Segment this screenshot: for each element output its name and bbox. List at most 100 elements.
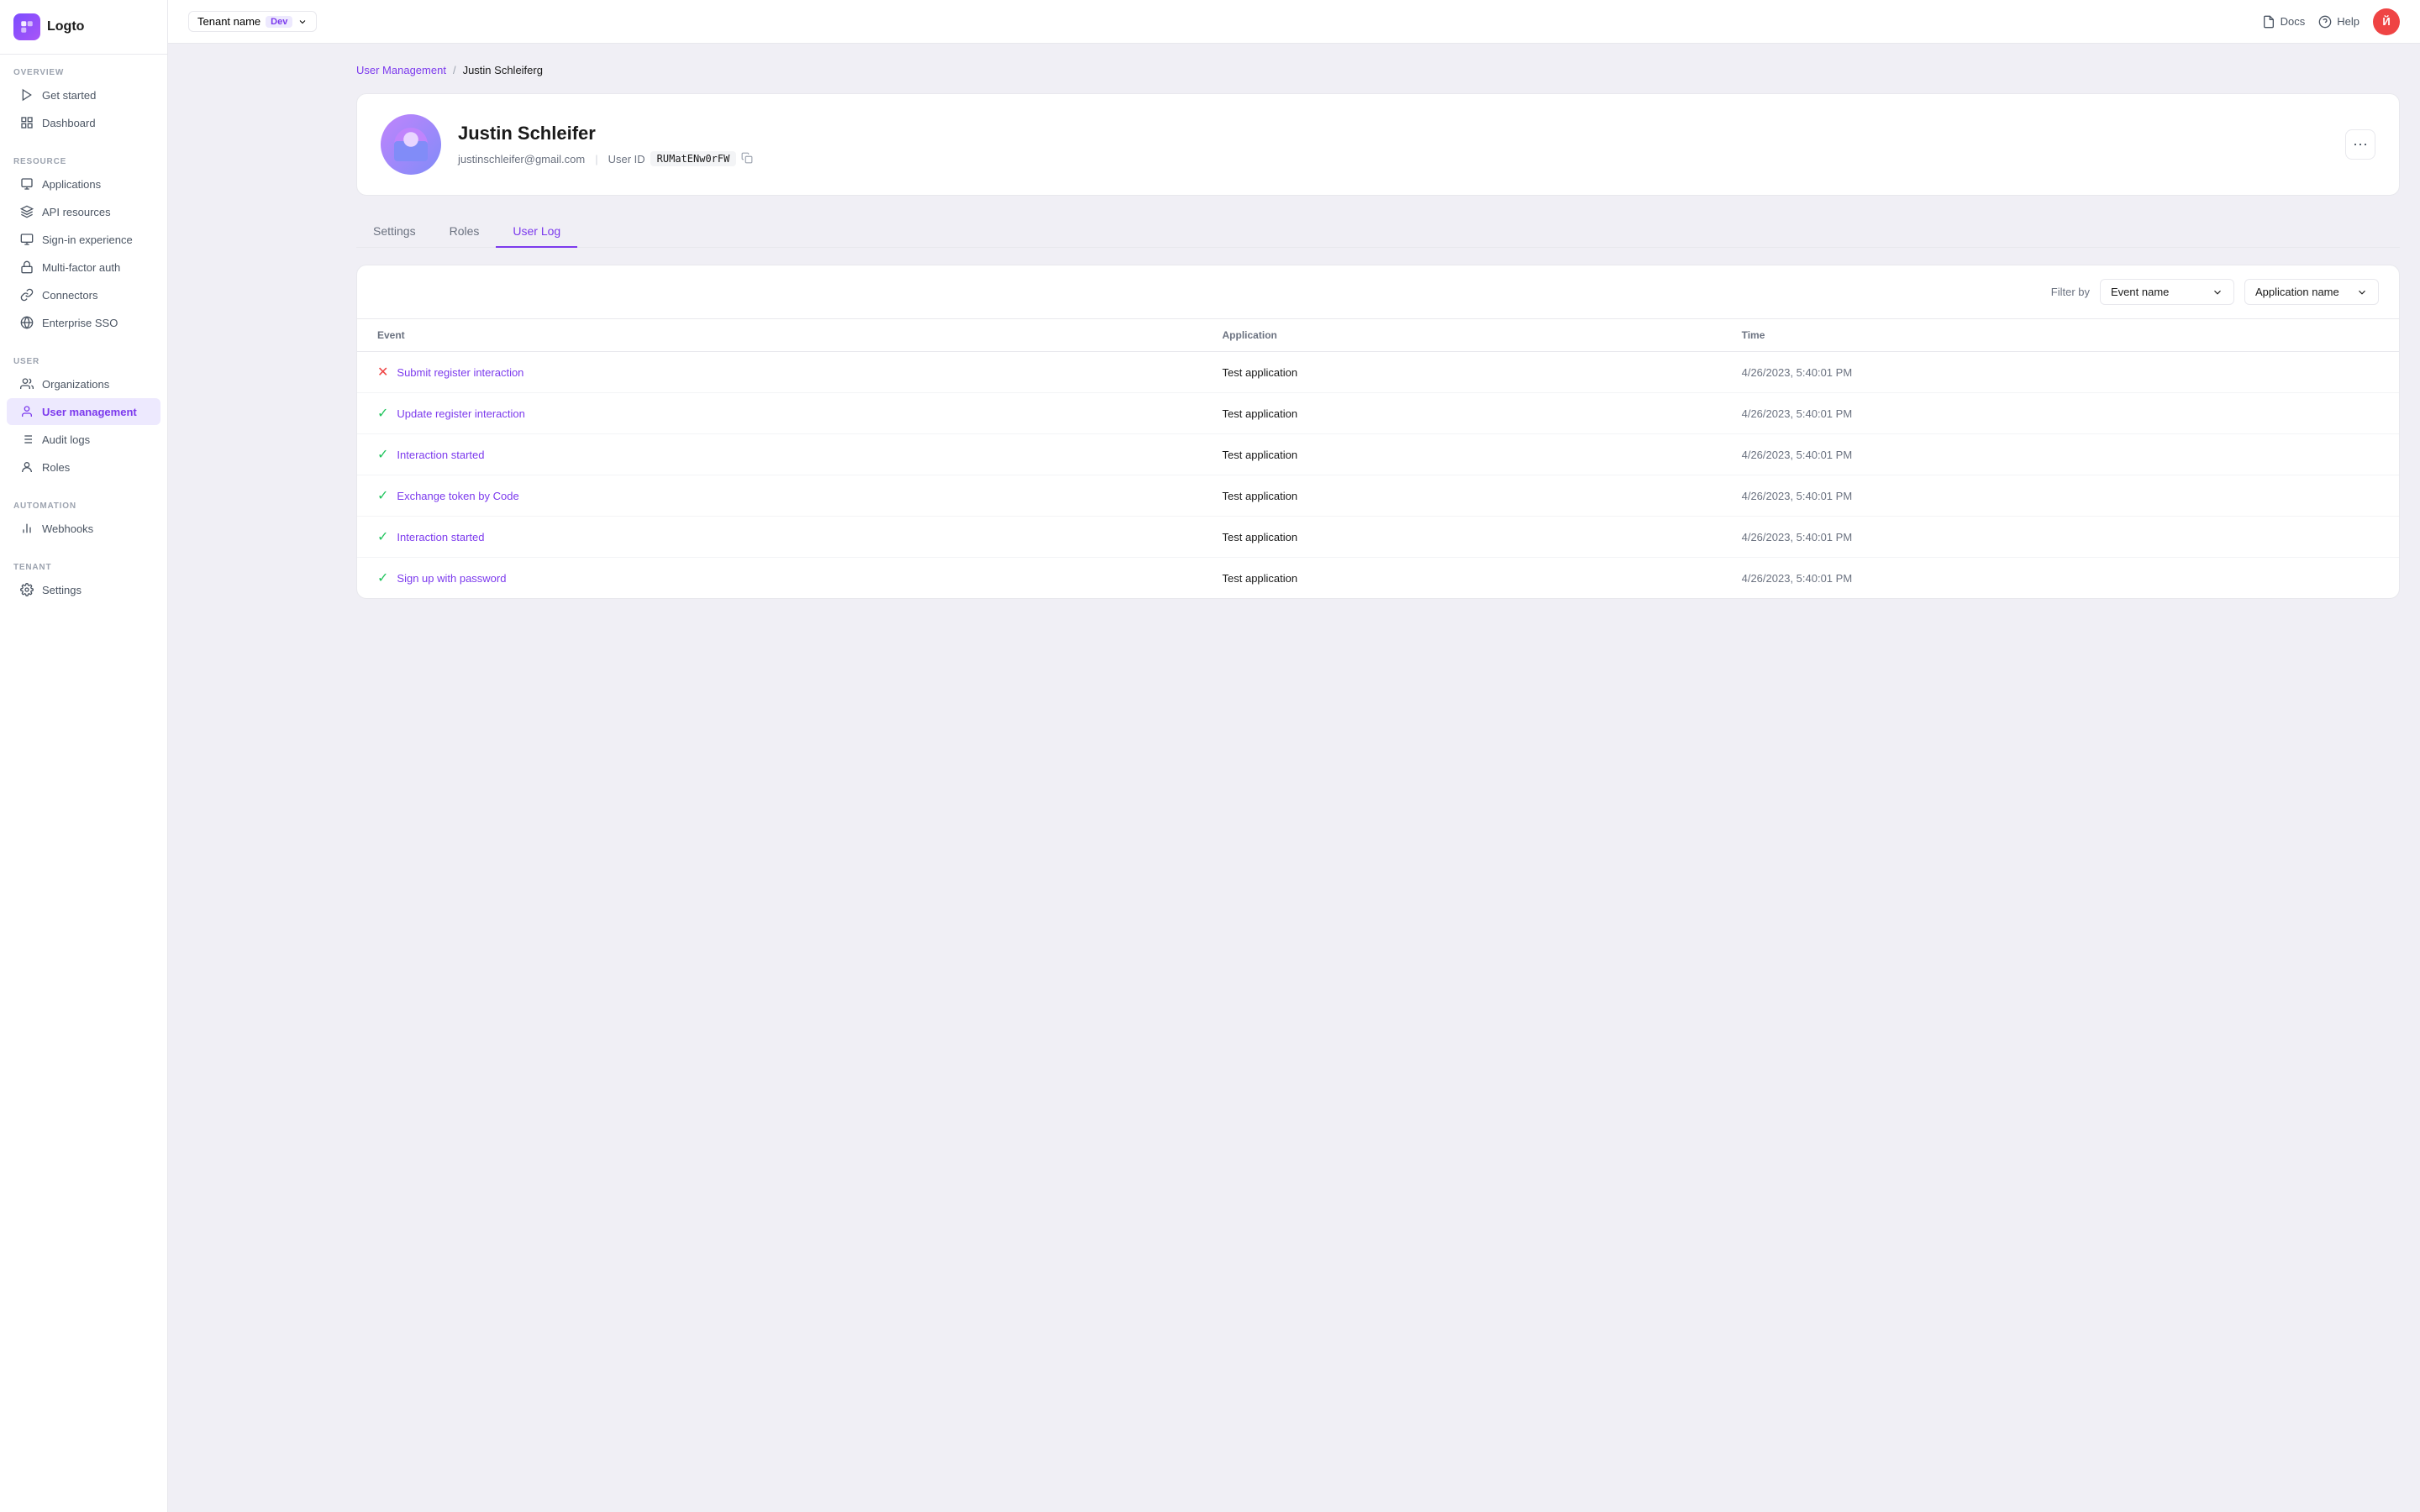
get-started-icon — [20, 88, 34, 102]
user-management-icon — [20, 405, 34, 418]
error-icon: ✕ — [377, 364, 388, 381]
time-cell: 4/26/2023, 5:40:01 PM — [1722, 517, 2399, 558]
multi-factor-auth-icon — [20, 260, 34, 274]
chevron-down-icon — [297, 17, 308, 27]
table-row: ✓ Update register interaction Test appli… — [357, 393, 2399, 434]
tab-user-log[interactable]: User Log — [496, 216, 577, 248]
application-cell: Test application — [1202, 434, 1722, 475]
application-cell: Test application — [1202, 475, 1722, 517]
tenant-selector[interactable]: Tenant name Dev — [188, 11, 317, 32]
table-row: ✓ Interaction started Test application 4… — [357, 517, 2399, 558]
sidebar-item-applications[interactable]: Applications — [7, 171, 160, 197]
col-event: Event — [357, 319, 1202, 352]
tenant-section-label: TENANT — [0, 556, 167, 575]
user-email: justinschleifer@gmail.com — [458, 153, 585, 165]
more-options-button[interactable]: ⋯ — [2345, 129, 2375, 160]
sidebar-tenant-section: TENANT Settings — [0, 549, 167, 611]
sidebar-item-label: Multi-factor auth — [42, 261, 120, 274]
filter-bar: Filter by Event name Application name — [357, 265, 2399, 319]
sidebar-item-organizations[interactable]: Organizations — [7, 370, 160, 397]
sidebar-user-section: USER Organizations User management Audit… — [0, 344, 167, 488]
sidebar-item-api-resources[interactable]: API resources — [7, 198, 160, 225]
sidebar-item-dashboard[interactable]: Dashboard — [7, 109, 160, 136]
sidebar-item-label: API resources — [42, 206, 111, 218]
event-link[interactable]: Sign up with password — [397, 572, 506, 585]
api-resources-icon — [20, 205, 34, 218]
sidebar-item-multi-factor-auth[interactable]: Multi-factor auth — [7, 254, 160, 281]
event-link[interactable]: Update register interaction — [397, 407, 524, 420]
time-cell: 4/26/2023, 5:40:01 PM — [1722, 475, 2399, 517]
applications-icon — [20, 177, 34, 191]
col-time: Time — [1722, 319, 2399, 352]
settings-icon — [20, 583, 34, 596]
event-link[interactable]: Submit register interaction — [397, 366, 523, 379]
docs-icon — [2262, 15, 2275, 29]
breadcrumb-parent-link[interactable]: User Management — [356, 64, 446, 76]
tab-settings[interactable]: Settings — [356, 216, 433, 248]
event-link[interactable]: Exchange token by Code — [397, 490, 518, 502]
event-cell: ✓ Update register interaction — [357, 393, 1202, 434]
sidebar-item-webhooks[interactable]: Webhooks — [7, 515, 160, 542]
breadcrumb-current: Justin Schleiferg — [463, 64, 543, 76]
user-info: Justin Schleifer justinschleifer@gmail.c… — [458, 123, 753, 166]
sidebar-item-label: Roles — [42, 461, 70, 474]
help-icon — [2318, 15, 2332, 29]
sidebar-logo: Logto — [0, 0, 167, 55]
organizations-icon — [20, 377, 34, 391]
user-meta: justinschleifer@gmail.com | User ID RUMa… — [458, 151, 753, 166]
sidebar-item-roles[interactable]: Roles — [7, 454, 160, 480]
connectors-icon — [20, 288, 34, 302]
app-name-filter[interactable]: Application name — [2244, 279, 2379, 305]
sidebar-item-user-management[interactable]: User management — [7, 398, 160, 425]
sidebar-item-connectors[interactable]: Connectors — [7, 281, 160, 308]
sidebar-item-label: Webhooks — [42, 522, 93, 535]
chevron-down-icon — [2212, 286, 2223, 298]
success-icon: ✓ — [377, 405, 388, 422]
sidebar-item-audit-logs[interactable]: Audit logs — [7, 426, 160, 453]
table-row: ✓ Exchange token by Code Test applicatio… — [357, 475, 2399, 517]
filter-by-label: Filter by — [2051, 286, 2090, 298]
user-id-section: User ID RUMatENw0rFW — [608, 151, 754, 166]
docs-button[interactable]: Docs — [2262, 15, 2306, 29]
event-cell: ✓ Interaction started — [357, 434, 1202, 475]
copy-user-id-button[interactable] — [741, 152, 753, 166]
event-link[interactable]: Interaction started — [397, 449, 484, 461]
sidebar-automation-section: AUTOMATION Webhooks — [0, 488, 167, 549]
event-link[interactable]: Interaction started — [397, 531, 484, 543]
help-button[interactable]: Help — [2318, 15, 2360, 29]
table-header-row: Event Application Time — [357, 319, 2399, 352]
user-card-left: Justin Schleifer justinschleifer@gmail.c… — [381, 114, 753, 175]
tab-roles[interactable]: Roles — [433, 216, 497, 248]
success-icon: ✓ — [377, 446, 388, 463]
sidebar-item-settings[interactable]: Settings — [7, 576, 160, 603]
topbar-right: Docs Help Й — [2262, 8, 2400, 35]
log-table-body: ✕ Submit register interaction Test appli… — [357, 352, 2399, 599]
application-cell: Test application — [1202, 517, 1722, 558]
user-tabs: Settings Roles User Log — [356, 216, 2400, 248]
sidebar-item-enterprise-sso[interactable]: Enterprise SSO — [7, 309, 160, 336]
application-cell: Test application — [1202, 393, 1722, 434]
user-id-value: RUMatENw0rFW — [650, 151, 737, 166]
application-cell: Test application — [1202, 558, 1722, 599]
sidebar-item-get-started[interactable]: Get started — [7, 81, 160, 108]
topbar: Tenant name Dev Docs Help Й — [168, 0, 2420, 44]
sidebar-item-label: Get started — [42, 89, 96, 102]
event-name-filter[interactable]: Event name — [2100, 279, 2234, 305]
table-row: ✓ Interaction started Test application 4… — [357, 434, 2399, 475]
table-row: ✕ Submit register interaction Test appli… — [357, 352, 2399, 393]
time-cell: 4/26/2023, 5:40:01 PM — [1722, 393, 2399, 434]
sidebar-item-label: Enterprise SSO — [42, 317, 118, 329]
application-cell: Test application — [1202, 352, 1722, 393]
user-avatar-button[interactable]: Й — [2373, 8, 2400, 35]
main-content: User Management / Justin Schleiferg Just… — [336, 44, 2420, 1512]
event-cell: ✓ Interaction started — [357, 517, 1202, 558]
breadcrumb-separator: / — [453, 64, 456, 76]
success-icon: ✓ — [377, 487, 388, 504]
user-avatar — [381, 114, 441, 175]
event-cell: ✓ Exchange token by Code — [357, 475, 1202, 517]
logto-logo-icon — [13, 13, 40, 40]
sidebar-item-sign-in-experience[interactable]: Sign-in experience — [7, 226, 160, 253]
log-table: Event Application Time ✕ Submit register… — [357, 319, 2399, 598]
sidebar-overview-section: OVERVIEW Get started Dashboard — [0, 55, 167, 144]
success-icon: ✓ — [377, 570, 388, 586]
